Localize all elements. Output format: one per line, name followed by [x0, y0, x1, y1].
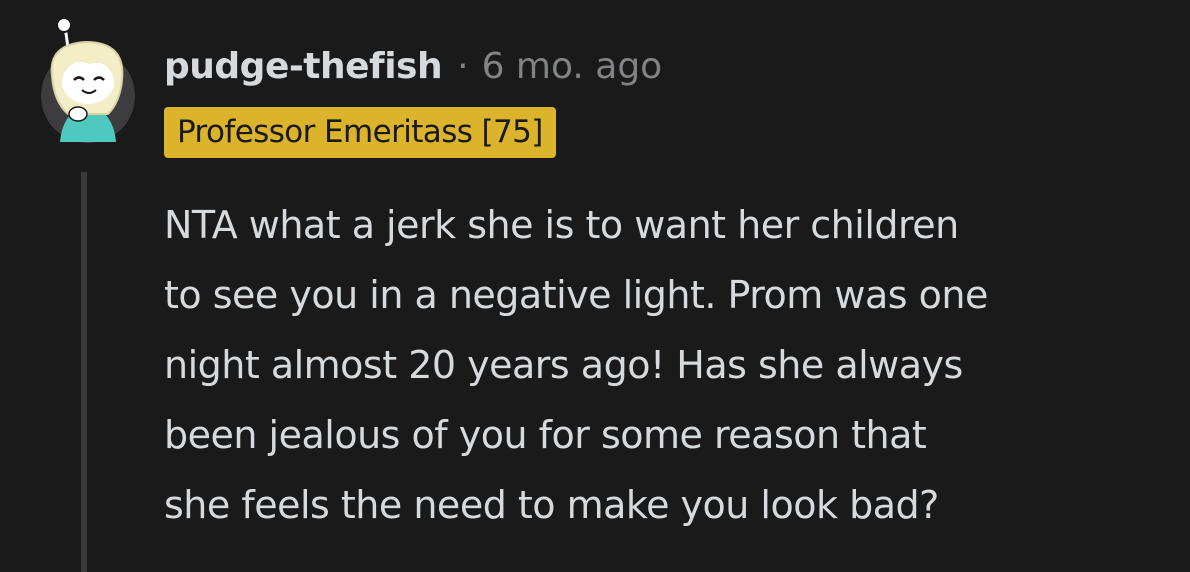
comment-body-line: she feels the need to make you look bad? [164, 483, 939, 527]
user-avatar-icon[interactable] [38, 17, 138, 144]
thread-collapse-line[interactable] [81, 172, 87, 572]
comment-body-line: night almost 20 years ago! Has she alway… [164, 343, 963, 387]
comment-body-line: been jealous of you for some reason that [164, 413, 927, 457]
comment-body-line: NTA what a jerk she is to want her child… [164, 203, 959, 247]
comment-body: NTA what a jerk she is to want her child… [164, 190, 1164, 540]
user-flair-badge: Professor Emeritass [75] [164, 107, 556, 158]
comment-timestamp[interactable]: 6 mo. ago [482, 46, 663, 87]
meta-separator: · [457, 45, 469, 87]
comment: pudge-thefish · 6 mo. ago Professor Emer… [0, 0, 1190, 572]
username-link[interactable]: pudge-thefish [164, 46, 443, 87]
comment-header: pudge-thefish · 6 mo. ago [164, 40, 662, 92]
comment-body-line: to see you in a negative light. Prom was… [164, 273, 988, 317]
